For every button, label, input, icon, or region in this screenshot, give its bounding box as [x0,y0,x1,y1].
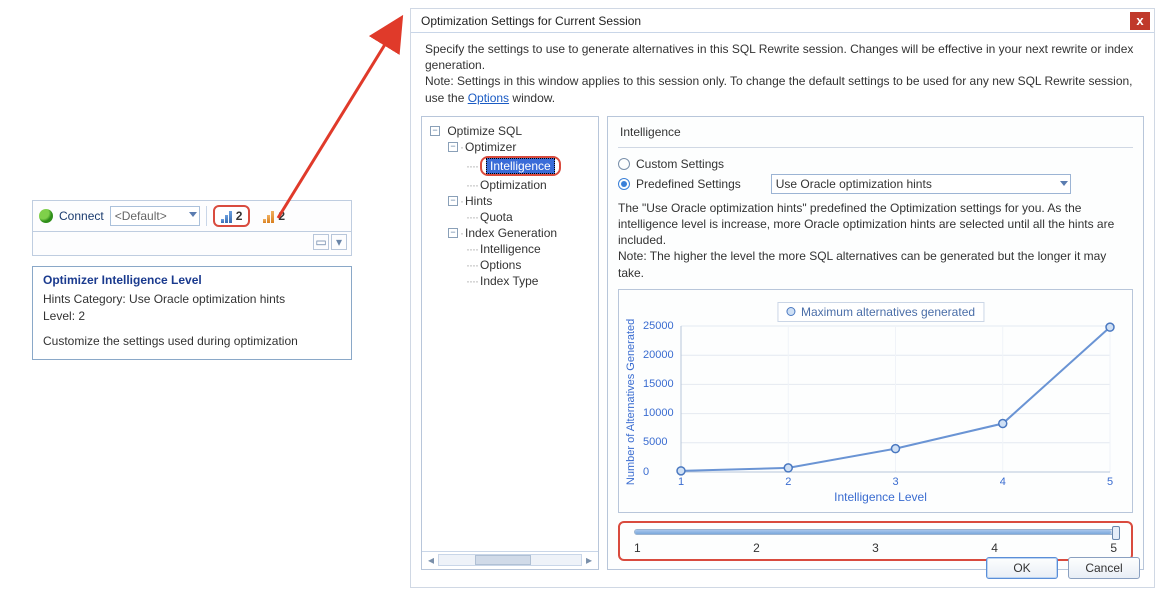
combo-value: Use Oracle optimization hints [776,177,932,191]
options-link[interactable]: Options [468,91,509,105]
chart-xtick: 3 [892,476,898,488]
tree-node-index-generation[interactable]: −·Index Generation [426,225,594,241]
intelligence-chart: Number of Alternatives Generated Maximum… [618,289,1133,513]
bars-icon [221,209,232,223]
scroll-left-icon[interactable]: ◂ [424,553,438,567]
chart-ytick: 0 [643,466,649,478]
scroll-thumb[interactable] [475,555,532,565]
tree-hscrollbar[interactable]: ◂ ▸ [422,551,598,569]
intelligence-slider[interactable]: 1 2 3 4 5 [618,521,1133,561]
slider-ticks: 1 2 3 4 5 [634,541,1117,555]
chevron-down-icon [1060,181,1068,186]
chart-ylabel: Number of Alternatives Generated [623,298,639,506]
annotation-arrow [260,8,430,228]
app-toolbar-secondary: ▭ ▾ [32,232,352,256]
tooltip-title: Optimizer Intelligence Level [43,273,341,287]
maximize-icon[interactable]: ▭ [313,234,329,250]
index-level-value: 2 [278,209,285,223]
chevron-down-icon [189,212,197,217]
chart-xtick: 5 [1107,476,1113,488]
tree-node-hints[interactable]: −·Hints [426,193,594,209]
chart-ytick: 20000 [643,349,674,361]
connection-dropdown[interactable]: <Default> [110,206,200,226]
desc-line: Specify the settings to use to generate … [425,42,1133,72]
tree-node-ig-intelligence[interactable]: ····Intelligence [426,241,594,257]
scroll-track[interactable] [438,554,582,566]
divider [618,147,1133,148]
chart-ytick: 15000 [643,378,674,390]
radio-selected-icon [618,178,630,190]
tooltip-line: Customize the settings used during optim… [43,333,341,350]
radio-label: Custom Settings [636,157,724,171]
predefined-settings-combo[interactable]: Use Oracle optimization hints [771,174,1071,194]
tree-node-optimization[interactable]: ····Optimization [426,177,594,193]
tree-node-quota[interactable]: ····Quota [426,209,594,225]
legend-label: Maximum alternatives generated [801,305,975,319]
close-button[interactable]: x [1130,12,1150,30]
chart-ytick: 5000 [643,436,667,448]
intelligence-panel: Intelligence Custom Settings Predefined … [607,116,1144,570]
dialog-description: Specify the settings to use to generate … [411,33,1154,110]
panel-explain: The "Use Oracle optimization hints" pred… [618,200,1133,281]
chart-xtick: 1 [678,476,684,488]
connect-icon [39,209,53,223]
tooltip-line: Level: 2 [43,308,341,325]
bars-orange-icon [263,209,274,223]
connect-label[interactable]: Connect [59,209,104,223]
chart-xlabel: Intelligence Level [639,490,1122,504]
cancel-button[interactable]: Cancel [1068,557,1140,579]
optimizer-intelligence-button[interactable]: 2 [213,205,251,227]
slider-tick: 1 [634,541,641,555]
slider-tick: 5 [1110,541,1117,555]
tree-node-ig-options[interactable]: ····Options [426,257,594,273]
slider-tick: 4 [991,541,998,555]
radio-predefined-settings[interactable]: Predefined Settings [618,177,741,191]
tooltip: Optimizer Intelligence Level Hints Categ… [32,266,352,360]
separator [206,206,207,226]
collapse-icon[interactable]: − [448,228,458,238]
scroll-right-icon[interactable]: ▸ [582,553,596,567]
optimizer-level-value: 2 [236,209,243,223]
slider-tick: 3 [872,541,879,555]
settings-tree: − Optimize SQL −·Optimizer ····Intellige… [421,116,599,570]
slider-fill [635,530,1111,534]
tree-node-optimize-sql[interactable]: − Optimize SQL [426,123,594,139]
tooltip-line: Hints Category: Use Oracle optimization … [43,291,341,308]
dialog-title: Optimization Settings for Current Sessio… [421,14,641,28]
collapse-icon[interactable]: − [430,126,440,136]
desc-line: window. [509,91,555,105]
connection-dropdown-value: <Default> [115,209,167,223]
chart-ytick: 10000 [643,407,674,419]
chart-xtick: 4 [1000,476,1006,488]
tree-node-optimizer[interactable]: −·Optimizer [426,139,594,155]
legend-marker-icon [786,307,795,316]
collapse-icon[interactable]: − [448,196,458,206]
chart-ytick: 25000 [643,320,674,332]
chart-xtick: 2 [785,476,791,488]
slider-rail[interactable] [634,529,1117,535]
tree-node-intelligence[interactable]: ····Intelligence [426,155,594,177]
radio-custom-settings[interactable]: Custom Settings [618,157,1133,171]
radio-icon [618,158,630,170]
index-intelligence-button[interactable]: 2 [256,205,292,227]
panel-title: Intelligence [618,123,1133,141]
dialog-titlebar: Optimization Settings for Current Sessio… [411,9,1154,33]
collapse-icon[interactable]: − [448,142,458,152]
tree-node-ig-index-type[interactable]: ····Index Type [426,273,594,289]
app-toolbar: Connect <Default> 2 2 [32,200,352,232]
close-icon: x [1136,13,1143,28]
slider-tick: 2 [753,541,760,555]
slider-handle[interactable] [1112,526,1120,540]
dropdown-icon[interactable]: ▾ [331,234,347,250]
radio-label: Predefined Settings [636,177,741,191]
ok-button[interactable]: OK [986,557,1058,579]
optimization-settings-dialog: Optimization Settings for Current Sessio… [410,8,1155,588]
chart-legend: Maximum alternatives generated [777,302,984,322]
